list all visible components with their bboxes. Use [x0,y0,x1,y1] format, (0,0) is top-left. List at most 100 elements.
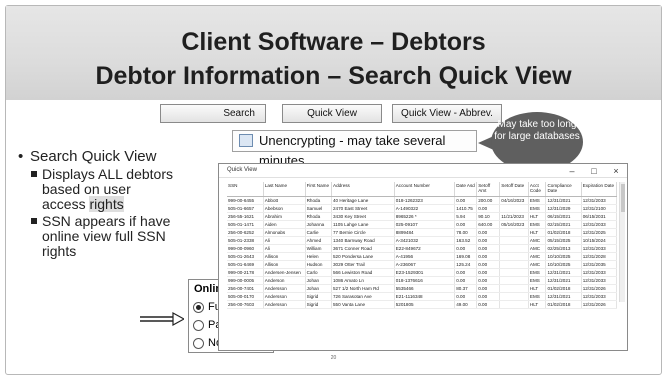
table-cell: 169.08 [454,252,478,261]
table-cell: 12/31/2026 [581,284,618,293]
close-icon[interactable]: × [605,164,627,178]
table-cell: A-236067 [394,260,456,269]
table-cell: Helen [305,252,333,261]
column-header[interactable]: Acct Code [528,182,547,197]
column-header[interactable]: Compliance Date [545,182,582,197]
table-cell: 5.94 [454,212,478,221]
table-row[interactable]: 256-00-7603 Andersson Sigrid 550 Vanta Lane… [227,300,618,309]
table-row[interactable]: 256-00-7401 Andersson Johan 527 1/2 North H… [227,284,618,293]
radio-unselected-icon[interactable] [193,319,204,331]
minimize-icon[interactable]: – [561,164,583,178]
radio-unselected-icon[interactable] [193,337,204,349]
table-cell: 999-00-0005 [227,276,264,285]
grid-header-row: SSN Last Name First Name Address Account Num… [227,182,618,197]
table-cell: 12/31/2033 [581,196,618,205]
table-cell [499,252,529,261]
table-row[interactable]: 999-00-0960 Ali William 3671 Conner Road E22… [227,244,618,253]
table-row[interactable]: 505-01-6657 Abebson Samuel 2470 East Street… [227,204,618,213]
table-cell: 8899484 [394,228,456,237]
column-header[interactable]: First Name [305,182,333,197]
table-cell [499,228,529,237]
table-cell: Johanna [305,220,333,229]
table-cell: William [305,244,333,253]
table-cell: EMS [528,204,547,213]
quick-view-titlebar: Quick View – □ × [219,164,627,178]
search-button[interactable]: Search [160,104,266,123]
table-cell: 12/31/2021 [545,196,582,205]
table-row[interactable]: 256-55-1621 Abrahim Rhoda 3430 Key Street 89… [227,212,618,221]
column-header[interactable]: SSN [227,182,264,197]
grid-scrollbar[interactable] [619,182,625,302]
table-cell: 02/15/2021 [545,220,582,229]
table-cell: 02/25/2013 [545,244,582,253]
table-cell: 01/02/2018 [545,284,582,293]
table-row[interactable]: 505-01-1471 Aiden Johanna 1105 Lahge Lane 02… [227,220,618,229]
table-cell: 01/02/2018 [545,300,582,309]
table-cell: HLT [528,300,547,309]
table-cell: Ali [263,236,306,245]
table-row[interactable]: 505-01-2338 Ali Ahmed 1340 Barnway Road A-34… [227,236,618,245]
table-cell: EMS [528,292,547,301]
grid-body: 999-00-6455 Abbott Rhoda 40 Heritage Lane 01… [227,196,618,309]
table-cell: 12/31/2029 [545,204,582,213]
table-cell: 163.52 [454,236,478,245]
column-header[interactable]: Date Asd [454,182,478,197]
table-row[interactable]: 505-01-6469 Allison Hudson 3029 Otter Trail… [227,260,618,269]
table-cell: 520 Pondersa Lane [331,252,395,261]
table-cell: 256-00-7401 [227,284,264,293]
arrow-right-icon [140,312,184,326]
table-cell: 77 Bernie Circle [331,228,395,237]
table-row[interactable]: 999-00-6455 Abbott Rhoda 40 Heritage Lane 01… [227,196,618,205]
table-row[interactable]: 505-01-2643 Allison Helen 520 Pondersa Lane… [227,252,618,261]
table-cell: 05/16/2023 [499,220,529,229]
table-cell: 0.00 [454,268,478,277]
table-cell: Andersen-Jensen [263,268,306,277]
column-header[interactable]: Address [331,182,395,197]
table-cell: 2470 East Street [331,204,395,213]
table-cell: 0.00 [476,300,501,309]
table-row[interactable]: 999-00-2178 Andersen-Jensen Carlo 566 Lewis… [227,268,618,277]
unencrypting-status-bar: Unencrypting - may take several minutes … [232,130,477,168]
quick-view-button[interactable]: Quick View [282,104,382,123]
table-cell: Almonabs [263,228,306,237]
table-cell: Aiden [263,220,306,229]
table-cell: 0.00 [454,244,478,253]
table-row[interactable]: 505-00-0170 Andersson Sigrid 726 Sarasotan … [227,292,618,301]
maximize-icon[interactable]: □ [583,164,605,178]
radio-selected-icon[interactable] [193,301,204,313]
table-cell: Ali [263,244,306,253]
table-cell: 12/31/2028 [581,252,618,261]
column-header[interactable]: Setoff Amt [476,182,501,197]
table-cell: 0.00 [476,284,501,293]
table-cell: 01/02/2018 [545,228,582,237]
table-cell: 018-1376616 [394,276,456,285]
table-cell: 1410.75 [454,204,478,213]
table-cell: 12/31/2021 [545,292,582,301]
table-cell [499,204,529,213]
table-cell: 12/31/2033 [581,268,618,277]
table-row[interactable]: 256-00-6252 Almonabs Carlie 77 Bernie Circl… [227,228,618,237]
table-cell: 1105 Lahge Lane [331,220,395,229]
table-cell: Sigrid [305,292,333,301]
table-cell: 505-01-6469 [227,260,264,269]
table-cell: A-3421032 [394,236,456,245]
table-cell: Rhoda [305,212,333,221]
table-cell: 12/31/2021 [545,276,582,285]
table-cell: A-1490322 [394,204,456,213]
table-cell: 12/31/2021 [545,268,582,277]
slide: Client Software – Debtors Debtor Informa… [0,0,667,380]
table-cell: Ahmed [305,236,333,245]
table-cell: 10/10/2025 [545,260,582,269]
quick-view-abbrev-button[interactable]: Quick View - Abbrev. [392,104,502,123]
table-cell: 11/21/2023 [499,212,529,221]
column-header[interactable]: Setoff Date [499,182,529,197]
column-header[interactable]: Account Number [394,182,456,197]
column-header[interactable]: Last Name [263,182,306,197]
column-header[interactable]: Expiration Date [581,182,618,197]
table-cell: Samuel [305,204,333,213]
table-cell [499,244,529,253]
table-cell: 80.37 [454,284,478,293]
table-row[interactable]: 999-00-0005 Anderson Johan 1086 Amato Ln 018… [227,276,618,285]
table-cell: 10/10/2025 [545,252,582,261]
table-cell: A-41956 [394,252,456,261]
